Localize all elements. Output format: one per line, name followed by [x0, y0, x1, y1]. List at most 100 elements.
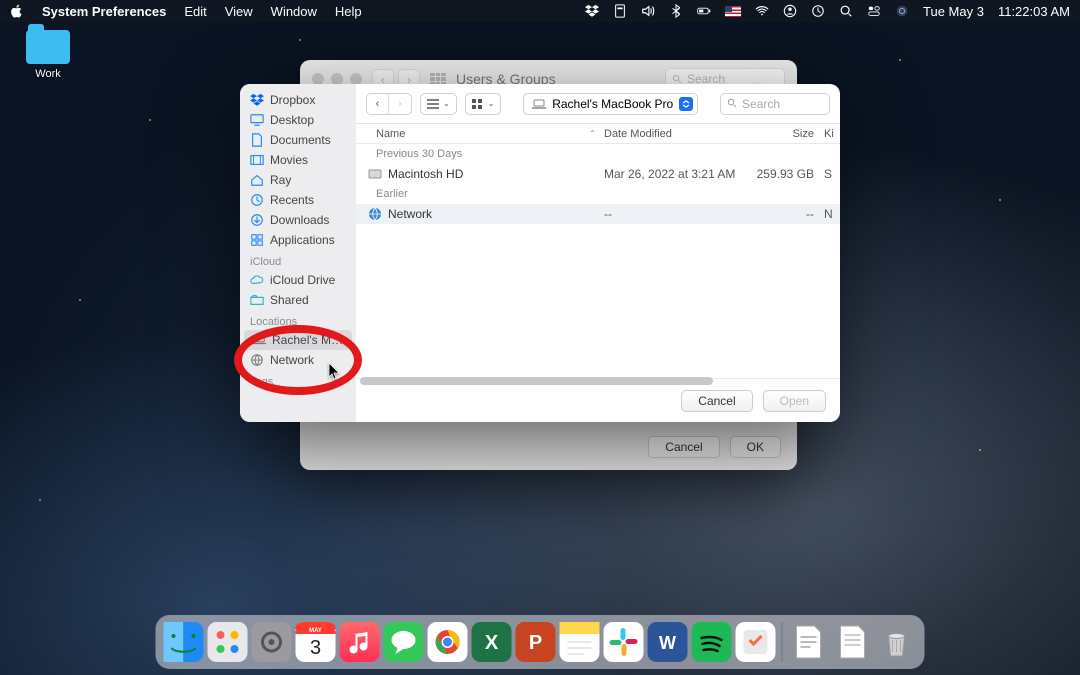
- app-name[interactable]: System Preferences: [42, 4, 166, 19]
- apple-menu-icon[interactable]: [10, 4, 24, 18]
- dock-app-pages-doc[interactable]: [789, 622, 829, 662]
- sidebar-item-label: Ray: [270, 173, 291, 187]
- sidebar-item-label: Desktop: [270, 113, 314, 127]
- file-picker-search[interactable]: Search: [720, 93, 830, 115]
- doc-icon: [250, 133, 264, 147]
- sidebar-loc-rachel-s-m-[interactable]: Rachel's M…: [244, 330, 352, 350]
- horizontal-scrollbar[interactable]: [360, 377, 770, 385]
- globe-icon: [250, 353, 264, 367]
- nav-back-button[interactable]: ‹: [367, 94, 389, 114]
- column-headers[interactable]: Name⌃ Date Modified Size Ki: [356, 124, 840, 144]
- dock-app-spotify[interactable]: [692, 622, 732, 662]
- sidebar-item-label: Dropbox: [270, 93, 315, 107]
- dock-app-slack[interactable]: [604, 622, 644, 662]
- desktop-folder-work[interactable]: Work: [18, 30, 78, 80]
- file-group-header: Earlier: [356, 184, 840, 204]
- file-date: Mar 26, 2022 at 3:21 AM: [604, 167, 754, 181]
- wifi-menubar-icon[interactable]: [755, 4, 769, 18]
- network-globe-icon: [368, 207, 382, 221]
- dock-app-launchpad[interactable]: [208, 622, 248, 662]
- search-placeholder: Search: [742, 97, 780, 111]
- sidebar-item-label: Rachel's M…: [272, 333, 343, 347]
- menu-help[interactable]: Help: [335, 4, 362, 19]
- sidebar-icloud-shared[interactable]: Shared: [240, 290, 356, 310]
- file-row[interactable]: Network----N: [356, 204, 840, 224]
- svg-text:W: W: [659, 633, 676, 653]
- sidebar-fav-recents[interactable]: Recents: [240, 190, 356, 210]
- dock-app-powerpoint[interactable]: P: [516, 622, 556, 662]
- picker-cancel-button[interactable]: Cancel: [681, 390, 752, 412]
- picker-open-button[interactable]: Open: [763, 390, 826, 412]
- file-row[interactable]: Macintosh HDMar 26, 2022 at 3:21 AM259.9…: [356, 164, 840, 184]
- view-list-button[interactable]: ⌄: [420, 93, 457, 115]
- user-menubar-icon[interactable]: [783, 4, 797, 18]
- sort-chevron-icon: ⌃: [589, 129, 596, 138]
- clock-icon: [250, 193, 264, 207]
- col-size: Size: [754, 128, 824, 140]
- svg-text:MAY: MAY: [309, 628, 322, 634]
- svg-text:3: 3: [310, 637, 321, 659]
- sidebar-item-label: iCloud Drive: [270, 273, 335, 287]
- dock: MAY 3 XP W: [156, 615, 925, 669]
- dock-app-finder[interactable]: [164, 622, 204, 662]
- sidebar-fav-documents[interactable]: Documents: [240, 130, 356, 150]
- input-source-flag-icon[interactable]: [725, 6, 741, 17]
- sidebar-item-label: Downloads: [270, 213, 329, 227]
- menu-bar: System Preferences Edit View Window Help…: [0, 0, 1080, 22]
- keychain-menubar-icon[interactable]: [613, 4, 627, 18]
- menu-view[interactable]: View: [225, 4, 253, 19]
- menubar-time[interactable]: 11:22:03 AM: [998, 4, 1070, 19]
- volume-menubar-icon[interactable]: [641, 4, 655, 18]
- dock-app-calendar[interactable]: MAY 3: [296, 622, 336, 662]
- location-popup[interactable]: Rachel's MacBook Pro: [523, 93, 698, 115]
- dock-app-excel[interactable]: X: [472, 622, 512, 662]
- timemachine-menubar-icon[interactable]: [811, 4, 825, 18]
- sidebar-item-label: Shared: [270, 293, 309, 307]
- dock-app-notes[interactable]: [560, 622, 600, 662]
- spotlight-menubar-icon[interactable]: [839, 4, 853, 18]
- file-kind: S: [824, 167, 840, 181]
- control-center-menubar-icon[interactable]: [867, 4, 881, 18]
- dock-app-music[interactable]: [340, 622, 380, 662]
- laptop-icon: [252, 333, 266, 347]
- dock-app-textedit[interactable]: [833, 622, 873, 662]
- file-size: --: [754, 207, 824, 221]
- folder-icon: [26, 30, 70, 64]
- sidebar-fav-dropbox[interactable]: Dropbox: [240, 90, 356, 110]
- file-group-header: Previous 30 Days: [356, 144, 840, 164]
- movie-icon: [250, 153, 264, 167]
- dock-separator: [782, 622, 783, 662]
- sidebar-section-locations: Locations: [240, 310, 356, 330]
- sidebar-fav-desktop[interactable]: Desktop: [240, 110, 356, 130]
- sidebar-icloud-icloud-drive[interactable]: iCloud Drive: [240, 270, 356, 290]
- dock-app-trash[interactable]: [877, 622, 917, 662]
- dropbox-icon: [250, 93, 264, 107]
- nav-forward-button[interactable]: ›: [389, 94, 411, 114]
- view-grid-button[interactable]: ⌄: [465, 93, 502, 115]
- menu-window[interactable]: Window: [271, 4, 317, 19]
- battery-menubar-icon[interactable]: [697, 4, 711, 18]
- dock-app-word[interactable]: W: [648, 622, 688, 662]
- syspref-ok-button[interactable]: OK: [730, 436, 781, 458]
- sidebar-fav-applications[interactable]: Applications: [240, 230, 356, 250]
- dropbox-menubar-icon[interactable]: [585, 4, 599, 18]
- file-picker-toolbar: ‹ › ⌄ ⌄ Rachel's MacBook Pro Search: [356, 84, 840, 124]
- down-icon: [250, 213, 264, 227]
- syspref-cancel-button[interactable]: Cancel: [648, 436, 719, 458]
- menubar-date[interactable]: Tue May 3: [923, 4, 984, 19]
- sidebar-fav-downloads[interactable]: Downloads: [240, 210, 356, 230]
- sidebar-fav-movies[interactable]: Movies: [240, 150, 356, 170]
- col-name: Name: [376, 128, 405, 140]
- bluetooth-menubar-icon[interactable]: [669, 4, 683, 18]
- dock-app-chrome[interactable]: [428, 622, 468, 662]
- location-label: Rachel's MacBook Pro: [552, 97, 673, 111]
- dock-app-messages[interactable]: [384, 622, 424, 662]
- siri-menubar-icon[interactable]: [895, 4, 909, 18]
- dock-app-todoist[interactable]: [736, 622, 776, 662]
- menu-edit[interactable]: Edit: [184, 4, 206, 19]
- dock-app-settings[interactable]: [252, 622, 292, 662]
- sidebar-fav-ray[interactable]: Ray: [240, 170, 356, 190]
- home-icon: [250, 173, 264, 187]
- svg-text:P: P: [529, 632, 542, 654]
- file-name: Macintosh HD: [388, 167, 463, 181]
